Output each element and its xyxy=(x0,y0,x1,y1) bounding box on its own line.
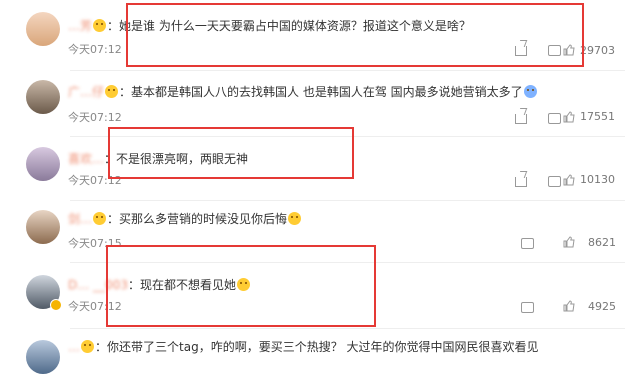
highlight-box xyxy=(106,245,376,327)
emoji-icon xyxy=(93,19,107,32)
like-count: 29703 xyxy=(580,44,615,57)
like-count: 4925 xyxy=(588,300,616,313)
timestamp: 今天07:12 xyxy=(68,43,122,56)
username[interactable]: 喜欢… xyxy=(68,152,104,166)
avatar[interactable] xyxy=(26,12,60,46)
divider xyxy=(70,70,625,71)
avatar[interactable] xyxy=(26,147,60,181)
comment-icon[interactable] xyxy=(548,176,561,187)
thumbs-up-icon[interactable] xyxy=(563,111,575,123)
thumbs-up-icon[interactable] xyxy=(563,236,575,248)
emoji-icon xyxy=(93,212,107,225)
comment-text: 你还带了三个tag，咋的啊，要买三个热搜？ 大过年的你觉得中国网民很喜欢看见 xyxy=(107,340,539,354)
timestamp: 今天07:12 xyxy=(68,111,122,124)
comment-line: 广…仔 ：基本都是韩国人八的去找韩国人 也是韩国人在驾 国内最多说她营销太多了 xyxy=(68,84,538,100)
avatar[interactable] xyxy=(26,80,60,114)
comment-text: 基本都是韩国人八的去找韩国人 也是韩国人在驾 国内最多说她营销太多了 xyxy=(131,85,523,99)
verified-badge xyxy=(50,299,62,311)
like-count: 10130 xyxy=(580,173,615,186)
username[interactable]: …芳 xyxy=(68,19,92,33)
avatar[interactable] xyxy=(26,210,60,244)
username[interactable]: 广…仔 xyxy=(68,85,104,99)
highlight-box xyxy=(108,127,354,179)
avatar[interactable] xyxy=(26,340,60,374)
emoji-icon xyxy=(523,85,537,98)
emoji-icon xyxy=(288,212,302,225)
thumbs-up-icon[interactable] xyxy=(563,174,575,186)
thumbs-up-icon[interactable] xyxy=(563,300,575,312)
comment-icon[interactable] xyxy=(521,238,534,249)
username[interactable]: … xyxy=(68,340,80,354)
like-count: 17551 xyxy=(580,110,615,123)
divider xyxy=(70,200,625,201)
share-icon[interactable] xyxy=(515,114,527,124)
like-count: 8621 xyxy=(588,236,616,249)
comment-icon[interactable] xyxy=(521,302,534,313)
emoji-icon xyxy=(81,340,94,353)
comment-icon[interactable] xyxy=(548,113,561,124)
divider xyxy=(70,328,625,329)
comment-text: 买那么多营销的时候没见你后悔 xyxy=(119,212,288,226)
share-icon[interactable] xyxy=(515,177,527,187)
username[interactable]: 剑… xyxy=(68,212,92,226)
highlight-box xyxy=(126,3,584,67)
comment-line: 剑… ：买那么多营销的时候没见你后悔 xyxy=(68,211,302,227)
emoji-icon xyxy=(105,85,119,98)
